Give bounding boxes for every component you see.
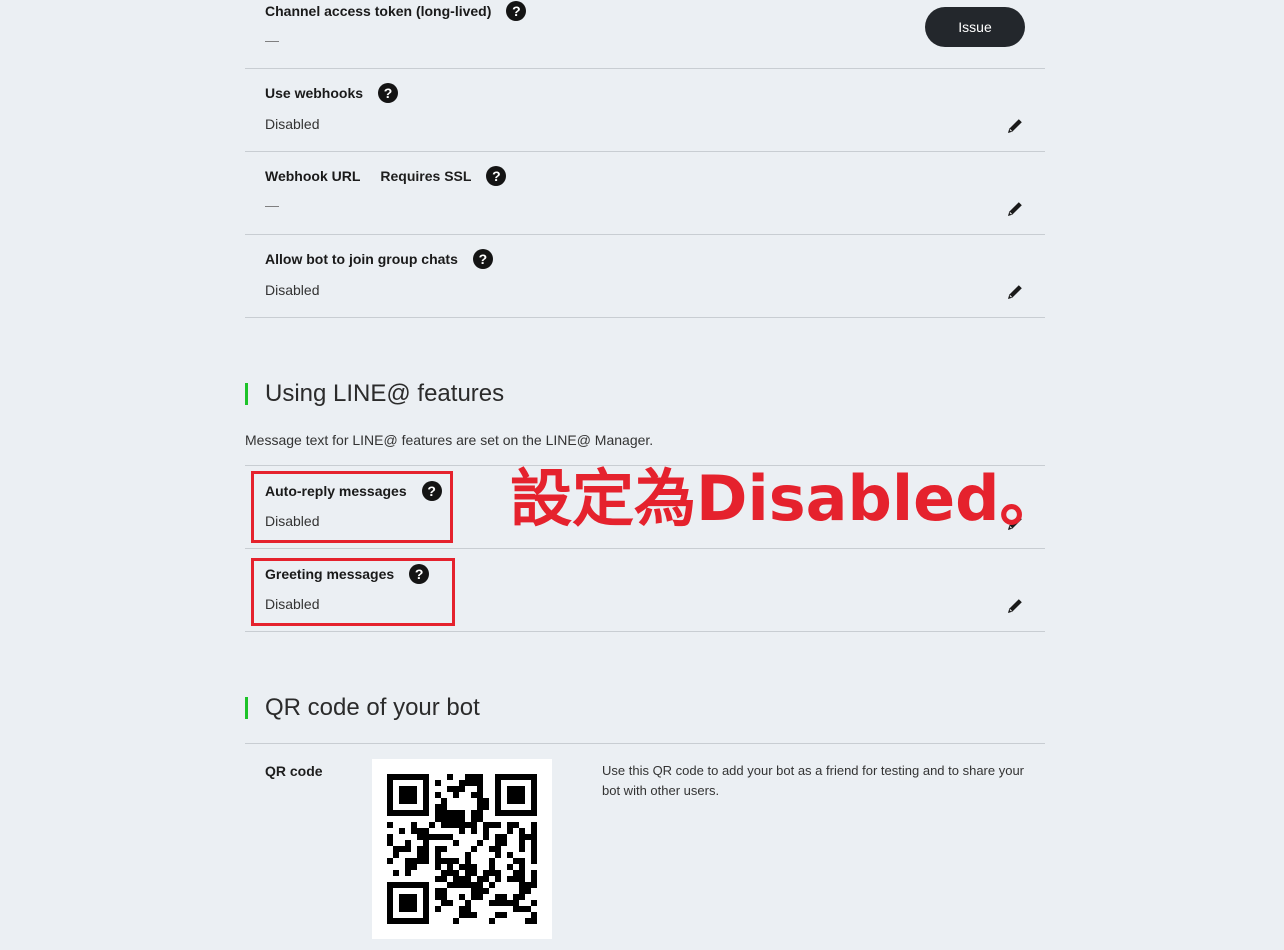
qr-code-row: QR code Use this QR code to add your bot… xyxy=(245,743,1045,950)
use-webhooks-value: Disabled xyxy=(265,116,320,132)
qr-code-label: QR code xyxy=(265,763,323,779)
webhook-url-row: Webhook URL Requires SSL ? — xyxy=(245,152,1045,235)
line-features-title: Using LINE@ features xyxy=(245,380,504,408)
group-chats-value: Disabled xyxy=(265,282,320,298)
group-chats-label: Allow bot to join group chats xyxy=(265,251,458,267)
pencil-icon[interactable] xyxy=(1005,116,1025,136)
channel-access-token-value: — xyxy=(265,32,279,48)
help-icon[interactable]: ? xyxy=(486,166,507,186)
channel-access-token-row: Channel access token (long-lived) ? — Is… xyxy=(245,0,1045,69)
highlight-box-greeting xyxy=(251,558,455,626)
qr-code-graphic xyxy=(387,774,537,924)
group-chats-row: Allow bot to join group chats ? Disabled xyxy=(245,235,1045,318)
channel-access-token-label: Channel access token (long-lived) xyxy=(265,3,492,19)
annotation-text: 設定為Disabled。 xyxy=(510,462,1062,535)
use-webhooks-label: Use webhooks xyxy=(265,85,364,101)
pencil-icon[interactable] xyxy=(1005,199,1025,219)
help-icon[interactable]: ? xyxy=(472,249,493,269)
line-features-description: Message text for LINE@ features are set … xyxy=(245,432,654,448)
pencil-icon[interactable] xyxy=(1005,596,1025,616)
issue-button[interactable]: Issue xyxy=(925,7,1025,47)
webhook-url-value: — xyxy=(265,197,279,213)
highlight-box-auto-reply xyxy=(251,471,453,543)
pencil-icon[interactable] xyxy=(1005,282,1025,302)
requires-ssl-label: Requires SSL xyxy=(380,168,472,184)
qr-code-image xyxy=(372,759,552,939)
qr-section-title: QR code of your bot xyxy=(245,694,480,722)
webhook-url-label: Webhook URL xyxy=(265,168,361,184)
use-webhooks-row: Use webhooks ? Disabled xyxy=(245,69,1045,152)
help-icon[interactable]: ? xyxy=(506,1,527,21)
qr-code-description: Use this QR code to add your bot as a fr… xyxy=(602,763,1025,798)
help-icon[interactable]: ? xyxy=(378,83,399,103)
